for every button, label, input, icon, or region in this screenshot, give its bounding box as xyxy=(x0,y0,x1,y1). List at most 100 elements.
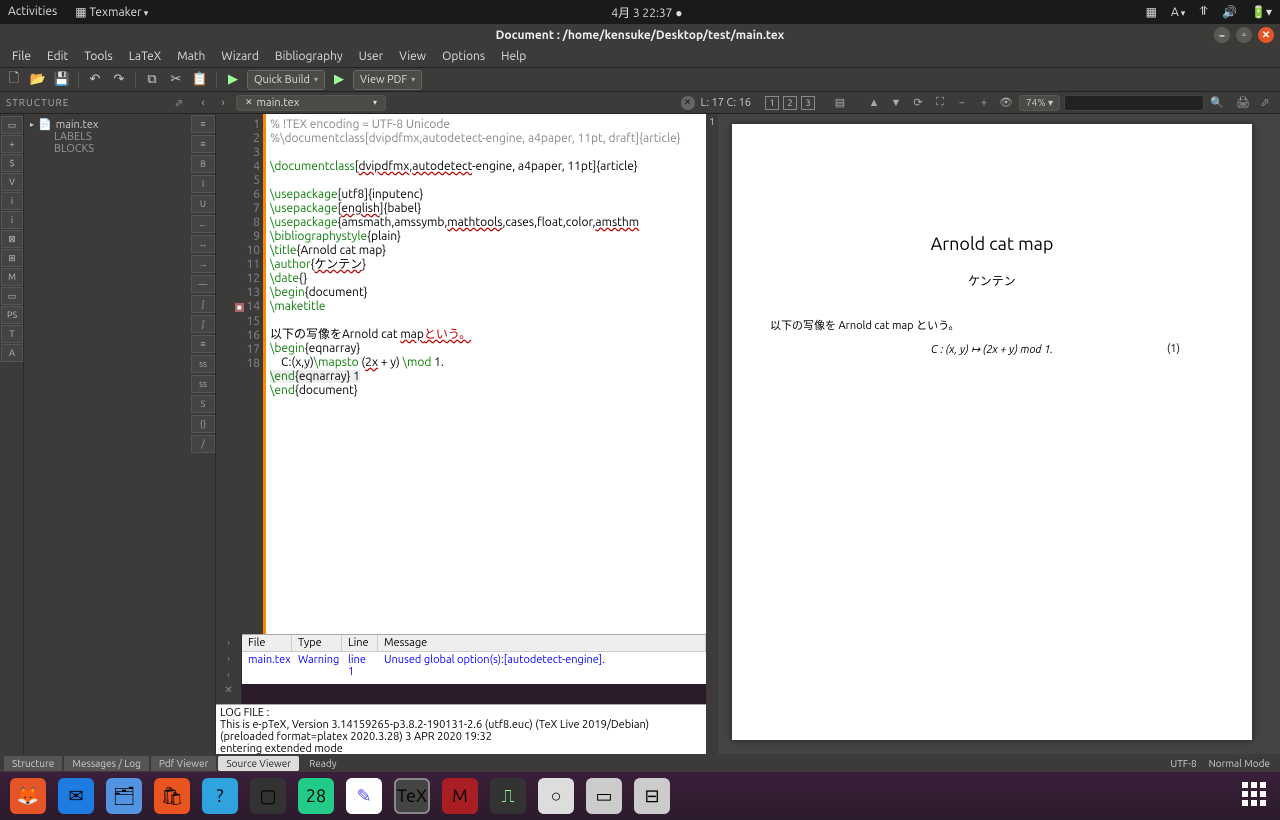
pdf-up-icon[interactable]: ▲ xyxy=(865,94,883,112)
input-method[interactable]: A xyxy=(1171,6,1185,19)
dock-gedit[interactable]: ✎ xyxy=(346,778,382,814)
clear-icon[interactable]: ✕ xyxy=(681,96,695,110)
ic-m[interactable]: M xyxy=(1,268,23,286)
eic-17[interactable]: / xyxy=(191,435,215,453)
menu-view[interactable]: View xyxy=(393,48,432,65)
eic-9[interactable]: — xyxy=(191,275,215,293)
dock-monitor[interactable]: ⎍ xyxy=(490,778,526,814)
pdf-viewer[interactable]: Arnold cat map ケンテン 以下の写像を Arnold cat ma… xyxy=(718,114,1280,754)
page-1-box[interactable]: 1 xyxy=(765,96,779,110)
nav-fwd[interactable]: › xyxy=(214,94,232,112)
msg-down-icon[interactable]: › xyxy=(216,650,241,666)
ic-x1[interactable]: ⊠ xyxy=(1,230,23,248)
maximize-button[interactable]: ▫ xyxy=(1236,27,1252,43)
file-tab[interactable]: main.tex xyxy=(236,95,386,111)
compile-button[interactable]: ▶ xyxy=(223,70,243,90)
show-apps-button[interactable] xyxy=(1242,782,1270,810)
tray-icon[interactable]: ▦ xyxy=(1146,5,1157,19)
structure-labels[interactable]: LABELS xyxy=(30,131,184,143)
ic-dollar[interactable]: $ xyxy=(1,154,23,172)
menu-help[interactable]: Help xyxy=(495,48,532,65)
battery-icon[interactable]: 🔋▾ xyxy=(1251,5,1272,19)
eic-5[interactable]: U xyxy=(191,195,215,213)
eic-6[interactable]: ← xyxy=(191,215,215,233)
open-button[interactable]: 📂 xyxy=(28,70,48,90)
ic-a[interactable]: A xyxy=(1,344,23,362)
bookmark-icon[interactable]: ■ xyxy=(235,303,244,312)
pdf-layout-icon[interactable]: ▤ xyxy=(831,94,849,112)
redo-button[interactable]: ↷ xyxy=(109,70,129,90)
code-editor[interactable]: % !TEX encoding = UTF-8 Unicode %\docume… xyxy=(263,114,706,634)
tab-structure[interactable]: Structure xyxy=(4,756,62,771)
pdf-fit-icon[interactable]: ⛶ xyxy=(931,94,949,112)
ic-i1[interactable]: i xyxy=(1,192,23,210)
ic-t[interactable]: T xyxy=(1,325,23,343)
menu-latex[interactable]: LaTeX xyxy=(123,48,167,65)
new-button[interactable]: 🗋 xyxy=(4,70,24,90)
volume-icon[interactable]: 🔊 xyxy=(1222,5,1237,19)
eic-14[interactable]: ss xyxy=(191,375,215,393)
ic-x2[interactable]: ⊞ xyxy=(1,249,23,267)
page-3-box[interactable]: 3 xyxy=(801,96,815,110)
detach-icon[interactable]: ⬀ xyxy=(175,97,184,109)
undo-button[interactable]: ↶ xyxy=(85,70,105,90)
dock-firefox[interactable]: 🦊 xyxy=(10,778,46,814)
ic-v[interactable]: V xyxy=(1,173,23,191)
dock-thunderbird[interactable]: ✉ xyxy=(58,778,94,814)
msg-back-icon[interactable]: ‹ xyxy=(216,666,241,682)
dock-terminal[interactable]: ▢ xyxy=(250,778,286,814)
msg-up-icon[interactable]: › xyxy=(216,634,241,650)
cut-button[interactable]: ✂ xyxy=(166,70,186,90)
eye-icon[interactable]: 👁 xyxy=(997,94,1015,112)
dock-software[interactable]: 🛍 xyxy=(154,778,190,814)
tab-messages[interactable]: Messages / Log xyxy=(64,756,149,771)
eic-12[interactable]: ≡ xyxy=(191,335,215,353)
message-row[interactable]: main.tex Warning line 1 Unused global op… xyxy=(242,652,706,680)
ic-plus[interactable]: + xyxy=(1,135,23,153)
menu-tools[interactable]: Tools xyxy=(78,48,119,65)
menu-bibliography[interactable]: Bibliography xyxy=(269,48,349,65)
activities-button[interactable]: Activities xyxy=(8,5,57,19)
search-icon[interactable]: 🔍 xyxy=(1208,94,1226,112)
minimize-button[interactable]: – xyxy=(1214,27,1230,43)
eic-15[interactable]: S xyxy=(191,395,215,413)
ic-i2[interactable]: i xyxy=(1,211,23,229)
dock-usb[interactable]: ⊟ xyxy=(634,778,670,814)
build-combo[interactable]: Quick Build xyxy=(247,70,325,90)
eic-16[interactable]: {} xyxy=(191,415,215,433)
eic-1[interactable]: ≡ xyxy=(191,115,215,133)
zoom-in-icon[interactable]: + xyxy=(975,94,993,112)
paste-button[interactable]: 📋 xyxy=(190,70,210,90)
dock-calendar[interactable]: 28 xyxy=(298,778,334,814)
pdf-search-input[interactable] xyxy=(1064,95,1204,111)
zoom-out-icon[interactable]: − xyxy=(953,94,971,112)
structure-blocks[interactable]: BLOCKS xyxy=(30,143,184,155)
eic-10[interactable]: ∫ xyxy=(191,295,215,313)
copy-button[interactable]: ⧉ xyxy=(142,70,162,90)
eic-7[interactable]: ↔ xyxy=(191,235,215,253)
structure-file[interactable]: 📄 main.tex xyxy=(30,118,184,131)
print-icon[interactable]: 🖨 xyxy=(1234,94,1252,112)
view-button[interactable]: ▶ xyxy=(329,70,349,90)
pdf-down-icon[interactable]: ▼ xyxy=(887,94,905,112)
msg-stop-icon[interactable]: ✕ xyxy=(216,682,241,698)
eic-13[interactable]: ss xyxy=(191,355,215,373)
eic-2[interactable]: ≡ xyxy=(191,135,215,153)
wifi-icon[interactable]: ⥣ xyxy=(1199,5,1208,19)
save-button[interactable]: 💾 xyxy=(52,70,72,90)
app-menu[interactable]: ▦ Texmaker xyxy=(75,5,148,19)
view-combo[interactable]: View PDF xyxy=(353,70,422,90)
eic-3[interactable]: B xyxy=(191,155,215,173)
dock-help[interactable]: ? xyxy=(202,778,238,814)
eic-8[interactable]: → xyxy=(191,255,215,273)
dock-disk1[interactable]: ○ xyxy=(538,778,574,814)
dock-disk2[interactable]: ▭ xyxy=(586,778,622,814)
menu-wizard[interactable]: Wizard xyxy=(215,48,264,65)
dock-mendeley[interactable]: M xyxy=(442,778,478,814)
pdf-rotate-icon[interactable]: ⟳ xyxy=(909,94,927,112)
tab-pdfviewer[interactable]: Pdf Viewer xyxy=(151,756,217,771)
tab-sourceviewer[interactable]: Source Viewer xyxy=(218,756,299,771)
page-2-box[interactable]: 2 xyxy=(783,96,797,110)
clock[interactable]: 4月 3 22:37 ● xyxy=(148,4,1145,21)
log-panel[interactable]: LOG FILE : This is e-pTeX, Version 3.141… xyxy=(216,704,706,754)
